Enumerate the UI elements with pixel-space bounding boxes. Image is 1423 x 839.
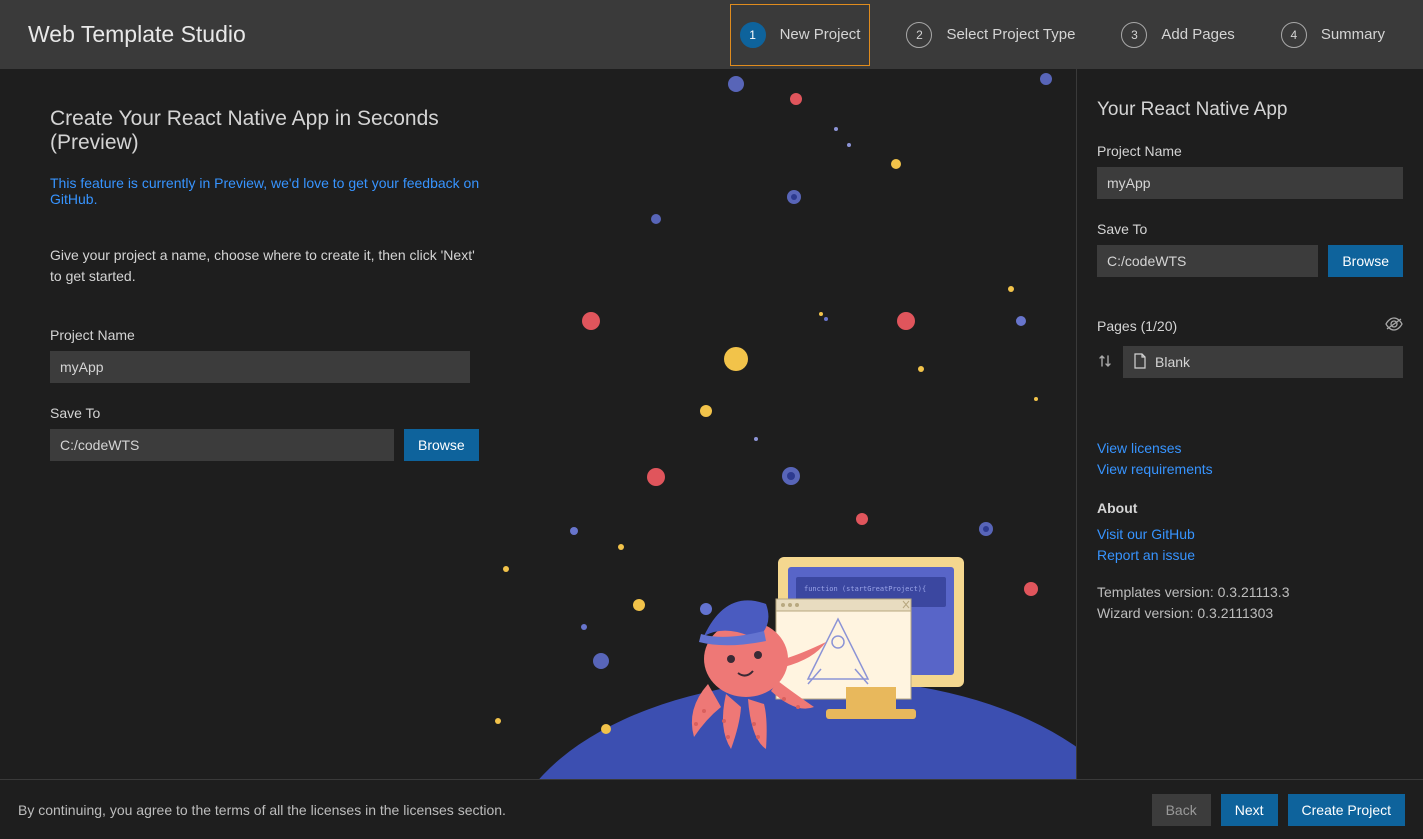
step-label: Add Pages	[1161, 26, 1234, 43]
pages-count: Pages (1/20)	[1097, 318, 1177, 334]
page-item[interactable]: Blank	[1123, 346, 1403, 378]
step-label: New Project	[780, 26, 861, 43]
panel-project-name-label: Project Name	[1097, 143, 1403, 159]
detail-panel: Your React Native App Project Name Save …	[1077, 69, 1423, 779]
templates-version: Templates version: 0.3.21113.3	[1097, 582, 1403, 603]
panel-project-name-input[interactable]	[1097, 167, 1403, 199]
step-label: Summary	[1321, 26, 1385, 43]
page-title: Create Your React Native App in Seconds …	[50, 107, 480, 155]
step-select-project-type[interactable]: 2 Select Project Type	[896, 4, 1085, 66]
panel-save-to-label: Save To	[1097, 221, 1403, 237]
instruction-text: Give your project a name, choose where t…	[50, 245, 480, 287]
about-heading: About	[1097, 500, 1403, 516]
body: Create Your React Native App in Seconds …	[0, 69, 1423, 779]
step-new-project[interactable]: 1 New Project	[730, 4, 871, 66]
next-button[interactable]: Next	[1221, 794, 1278, 826]
create-project-button[interactable]: Create Project	[1288, 794, 1405, 826]
footer-actions: Back Next Create Project	[1152, 794, 1405, 826]
back-button[interactable]: Back	[1152, 794, 1211, 826]
panel-title: Your React Native App	[1097, 99, 1403, 121]
step-label: Select Project Type	[946, 26, 1075, 43]
wizard-version: Wizard version: 0.3.2111303	[1097, 603, 1403, 624]
visit-github-link[interactable]: Visit our GitHub	[1097, 524, 1403, 545]
save-to-input[interactable]	[50, 429, 394, 461]
visibility-toggle-icon[interactable]	[1385, 317, 1403, 334]
page-row: Blank	[1097, 346, 1403, 378]
save-to-label: Save To	[50, 405, 480, 421]
browse-button[interactable]: Browse	[404, 429, 479, 461]
pages-header: Pages (1/20)	[1097, 317, 1403, 334]
step-number: 4	[1281, 22, 1307, 48]
preview-feedback-link[interactable]: This feature is currently in Preview, we…	[50, 175, 480, 207]
project-name-input[interactable]	[50, 351, 470, 383]
step-summary[interactable]: 4 Summary	[1271, 4, 1395, 66]
footer-legal: By continuing, you agree to the terms of…	[18, 802, 1152, 818]
app-title: Web Template Studio	[28, 21, 730, 48]
wizard-steps: 1 New Project 2 Select Project Type 3 Ad…	[730, 4, 1395, 66]
view-requirements-link[interactable]: View requirements	[1097, 459, 1403, 480]
view-licenses-link[interactable]: View licenses	[1097, 438, 1403, 459]
main: Create Your React Native App in Seconds …	[0, 69, 1077, 779]
panel-save-to-input[interactable]	[1097, 245, 1318, 277]
footer: By continuing, you agree to the terms of…	[0, 779, 1423, 839]
main-content: Create Your React Native App in Seconds …	[0, 69, 530, 499]
panel-browse-button[interactable]: Browse	[1328, 245, 1403, 277]
reorder-icon[interactable]	[1097, 353, 1113, 372]
project-name-label: Project Name	[50, 327, 480, 343]
file-icon	[1133, 353, 1147, 372]
step-number: 2	[906, 22, 932, 48]
svg-text:function (startGreatProject){: function (startGreatProject){	[804, 585, 926, 593]
page-item-label: Blank	[1155, 354, 1190, 370]
step-add-pages[interactable]: 3 Add Pages	[1111, 4, 1244, 66]
step-number: 1	[740, 22, 766, 48]
step-number: 3	[1121, 22, 1147, 48]
report-issue-link[interactable]: Report an issue	[1097, 545, 1403, 566]
header: Web Template Studio 1 New Project 2 Sele…	[0, 0, 1423, 69]
